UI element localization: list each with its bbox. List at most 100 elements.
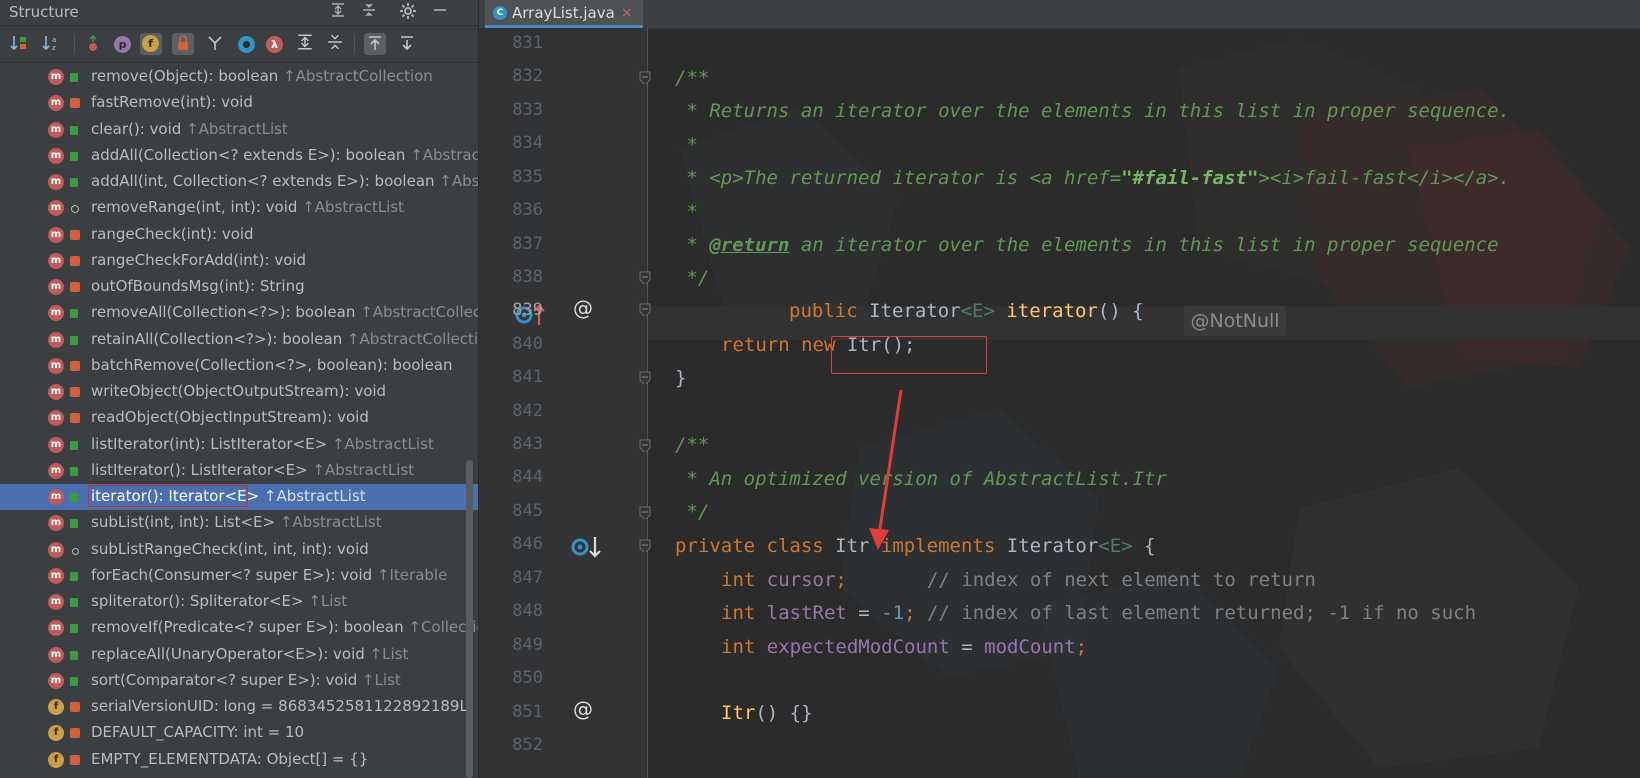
member-row[interactable]: m fastRemove(int): void xyxy=(0,90,478,116)
fold-marker-icon[interactable] xyxy=(638,302,652,316)
code-line-847[interactable]: int cursor; // index of next element to … xyxy=(721,565,1316,595)
annotation-at-icon[interactable]: @ xyxy=(573,296,593,320)
code-line-836[interactable]: * xyxy=(675,197,697,227)
line-number[interactable]: 843 xyxy=(493,434,543,454)
member-row[interactable]: m readObject(ObjectInputStream): void xyxy=(0,405,478,431)
code-line-838[interactable]: */ xyxy=(675,263,709,293)
member-row[interactable]: m remove(Object): boolean ↑AbstractCollec… xyxy=(0,64,478,90)
code-line-851[interactable]: Itr() {} xyxy=(721,698,813,728)
autoscroll-to-source-toggle[interactable] xyxy=(364,33,386,55)
member-row[interactable]: m clear(): void ↑AbstractList xyxy=(0,117,478,143)
line-number[interactable]: 837 xyxy=(493,234,543,254)
line-number[interactable]: 834 xyxy=(493,133,543,153)
line-number[interactable]: 836 xyxy=(493,200,543,220)
member-row[interactable]: m subList(int, int): List<E> ↑AbstractLis… xyxy=(0,510,478,536)
code-line-839[interactable]: public Iterator<E> iterator() { xyxy=(789,296,1144,326)
code-line-837[interactable]: * @return an iterator over the elements … xyxy=(675,230,1498,260)
fold-marker-icon[interactable] xyxy=(638,70,652,84)
member-row[interactable]: m spliterator(): Spliterator<E> ↑List xyxy=(0,589,478,615)
line-number[interactable]: 848 xyxy=(493,601,543,621)
line-number[interactable]: 850 xyxy=(493,668,543,688)
show-lambdas-icon[interactable]: λ xyxy=(266,36,283,53)
sort-by-visibility-icon[interactable] xyxy=(8,33,30,55)
member-row[interactable]: m writeObject(ObjectOutputStream): void xyxy=(0,379,478,405)
close-icon[interactable]: × xyxy=(621,5,633,21)
line-number[interactable]: 852 xyxy=(493,735,543,755)
show-lambdas-tree-icon[interactable] xyxy=(204,33,226,55)
member-row[interactable]: m removeIf(Predicate<? super E>): boolean… xyxy=(0,615,478,641)
code-line-835[interactable]: * <p>The returned iterator is <a href="#… xyxy=(675,163,1510,193)
collapse-all-icon[interactable] xyxy=(324,33,346,55)
expand-all-icon[interactable] xyxy=(294,33,316,55)
show-fields-toggle[interactable]: f xyxy=(140,33,162,55)
line-number[interactable]: 842 xyxy=(493,401,543,421)
collapse-all-icon[interactable] xyxy=(359,2,379,22)
member-row[interactable]: f EMPTY_ELEMENTDATA: Object[] = {} xyxy=(0,747,478,773)
code-line-843[interactable]: /** xyxy=(675,430,709,460)
member-row[interactable]: m removeRange(int, int): void ↑AbstractLi… xyxy=(0,195,478,221)
member-signature: listIterator(int): ListIterator<E> ↑Abst… xyxy=(91,435,434,453)
line-number[interactable]: 846 xyxy=(493,534,543,554)
member-row[interactable]: m listIterator(): ListIterator<E> ↑Abstra… xyxy=(0,458,478,484)
member-row[interactable]: m retainAll(Collection<?>): boolean ↑Abst… xyxy=(0,327,478,353)
line-number[interactable]: 851 xyxy=(493,702,543,722)
member-row[interactable]: m replaceAll(UnaryOperator<E>): void ↑Lis… xyxy=(0,642,478,668)
show-inherited-icon[interactable] xyxy=(82,33,104,55)
member-row[interactable]: f DEFAULT_CAPACITY: int = 10 xyxy=(0,720,478,746)
tab-arraylist[interactable]: C ArrayList.java × xyxy=(485,0,643,28)
fold-marker-icon[interactable] xyxy=(638,538,652,552)
show-non-public-toggle[interactable] xyxy=(172,33,194,55)
member-row[interactable]: m iterator(): Iterator<E> ↑AbstractList xyxy=(0,484,478,510)
code-line-833[interactable]: * Returns an iterator over the elements … xyxy=(675,96,1510,126)
member-row[interactable]: m forEach(Consumer<? super E>): void ↑Ite… xyxy=(0,563,478,589)
code-line-834[interactable]: * xyxy=(675,130,697,160)
fold-marker-icon[interactable] xyxy=(638,270,652,284)
member-row[interactable]: m rangeCheckForAdd(int): void xyxy=(0,248,478,274)
fold-marker-icon[interactable] xyxy=(638,438,652,452)
line-number[interactable]: 838 xyxy=(493,267,543,287)
fold-marker-icon[interactable] xyxy=(638,505,652,519)
line-number[interactable]: 840 xyxy=(493,334,543,354)
line-number[interactable]: 849 xyxy=(493,635,543,655)
member-row[interactable]: m outOfBoundsMsg(int): String xyxy=(0,274,478,300)
annotation-at-icon-2[interactable]: @ xyxy=(573,697,593,721)
member-row[interactable]: m subListRangeCheck(int, int, int): void xyxy=(0,537,478,563)
member-row[interactable]: m rangeCheck(int): void xyxy=(0,222,478,248)
scrollbar[interactable] xyxy=(466,460,473,778)
code-line-849[interactable]: int expectedModCount = modCount; xyxy=(721,632,1087,662)
implemented-icon[interactable] xyxy=(571,533,603,566)
line-number[interactable]: 845 xyxy=(493,501,543,521)
minimize-icon[interactable] xyxy=(430,2,450,22)
line-number[interactable]: 835 xyxy=(493,167,543,187)
code-line-841[interactable]: } xyxy=(675,363,686,393)
line-number[interactable]: 832 xyxy=(493,66,543,86)
show-anonymous-icon[interactable] xyxy=(238,36,255,53)
sort-alphabetically-icon[interactable]: az xyxy=(40,33,62,55)
line-number[interactable]: 833 xyxy=(493,100,543,120)
member-signature: forEach(Consumer<? super E>): void ↑Iter… xyxy=(91,566,447,584)
line-number[interactable]: 839 xyxy=(493,300,543,320)
show-properties-icon[interactable]: p xyxy=(114,36,131,53)
line-number[interactable]: 844 xyxy=(493,467,543,487)
code-line-848[interactable]: int lastRet = -1; // index of last eleme… xyxy=(721,598,1476,628)
member-row[interactable]: m batchRemove(Collection<?>, boolean): bo… xyxy=(0,353,478,379)
expand-all-icon[interactable] xyxy=(328,2,348,22)
member-row[interactable]: m addAll(int, Collection<? extends E>): b… xyxy=(0,169,478,195)
public-visibility-icon xyxy=(70,519,78,529)
member-row[interactable]: m addAll(Collection<? extends E>): boolea… xyxy=(0,143,478,169)
code-line-844[interactable]: * An optimized version of AbstractList.I… xyxy=(675,464,1166,494)
code-line-832[interactable]: /** xyxy=(675,63,709,93)
line-number[interactable]: 841 xyxy=(493,367,543,387)
fold-marker-icon[interactable] xyxy=(638,370,652,384)
line-number[interactable]: 847 xyxy=(493,568,543,588)
code-line-845[interactable]: */ xyxy=(675,497,709,527)
inherited-from: ↑AbstractCollecti xyxy=(360,303,478,322)
code-line-846[interactable]: private class Itr implements Iterator<E>… xyxy=(675,531,1156,561)
member-row[interactable]: m listIterator(int): ListIterator<E> ↑Abs… xyxy=(0,432,478,458)
line-number[interactable]: 831 xyxy=(493,33,543,53)
member-row[interactable]: m removeAll(Collection<?>): boolean ↑Abst… xyxy=(0,300,478,326)
autoscroll-from-source-icon[interactable] xyxy=(396,33,418,55)
member-row[interactable]: m sort(Comparator<? super E>): void ↑List xyxy=(0,668,478,694)
member-row[interactable]: f serialVersionUID: long = 86834525811228… xyxy=(0,694,478,720)
gear-icon[interactable] xyxy=(398,2,418,22)
